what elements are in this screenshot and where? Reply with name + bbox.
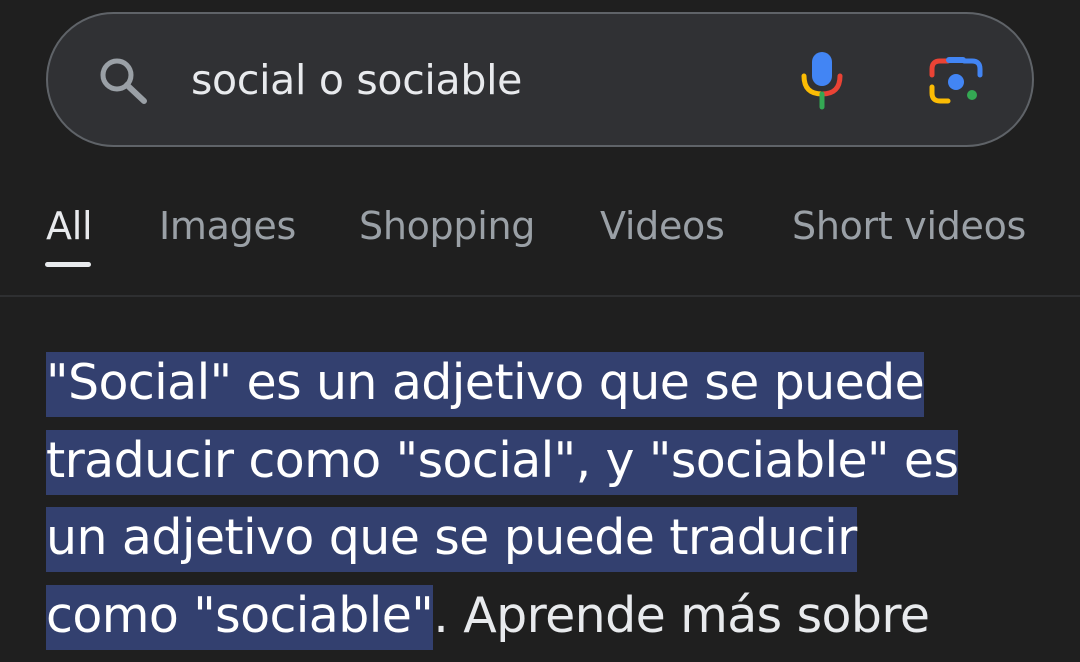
tab-images[interactable]: Images [159,200,296,252]
divider [0,295,1080,297]
tab-short-videos[interactable]: Short videos [792,200,1026,252]
mic-icon[interactable] [800,50,844,110]
search-tabs: All Images Shopping Videos Short videos [0,200,1080,270]
tab-videos[interactable]: Videos [600,200,725,252]
highlighted-text: un adjetivo que se puede traducir [46,507,857,572]
snippet-text: . Aprende más sobre [433,586,930,644]
featured-snippet: "Social" es un adjetivo que se puede tra… [46,344,1066,654]
search-input[interactable]: social o sociable [191,54,522,106]
tab-all[interactable]: All [46,200,93,252]
tab-shopping[interactable]: Shopping [359,200,535,252]
active-tab-indicator [45,262,91,267]
highlighted-text: "Social" es un adjetivo que se puede [46,352,925,417]
highlighted-text: como "sociable" [46,584,434,650]
search-icon [100,58,147,104]
highlighted-text: traducir como "social", y "sociable" es [46,429,959,495]
google-lens-icon[interactable] [928,55,984,107]
